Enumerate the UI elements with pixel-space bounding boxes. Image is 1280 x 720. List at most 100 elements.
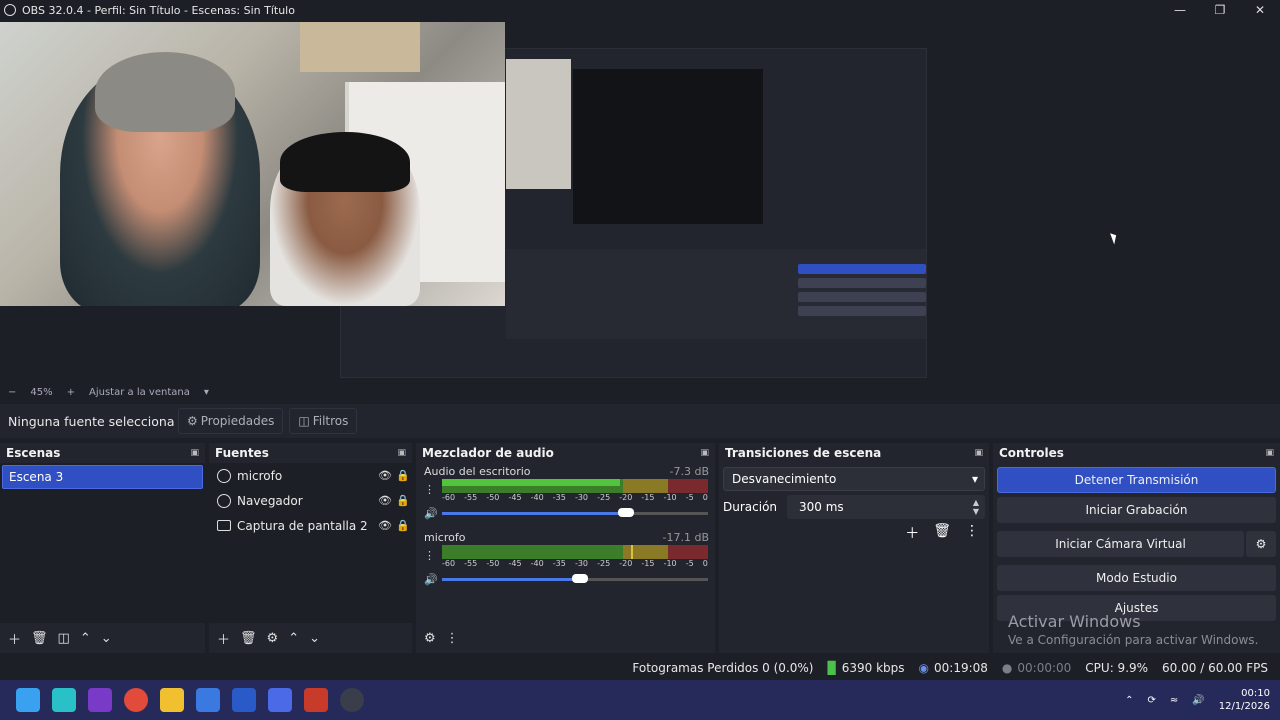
app-red-icon[interactable] (304, 688, 328, 712)
source-label: Navegador (237, 493, 303, 508)
filter-icon: ◫ (298, 414, 310, 428)
remove-transition-icon[interactable]: 🗑 (933, 523, 951, 543)
bitrate-value: 6390 kbps (841, 661, 905, 675)
file-explorer-icon[interactable] (160, 688, 184, 712)
volume-meter (442, 545, 708, 559)
start-menu-icon[interactable] (16, 688, 40, 712)
speaker-icon[interactable]: 🔊 (424, 573, 438, 586)
roblox-icon[interactable] (268, 688, 292, 712)
tray-chevron-icon[interactable]: ⌃ (1125, 695, 1133, 706)
spinner-icon[interactable]: ▲ ▼ (973, 498, 979, 516)
transition-select[interactable]: Desvanecimiento ▾ (723, 467, 985, 491)
close-button[interactable]: ✕ (1240, 0, 1280, 20)
add-scene-icon[interactable]: ＋ (8, 629, 21, 648)
filters-button[interactable]: ◫ Filtros (289, 408, 358, 434)
maximize-button[interactable]: ❐ (1200, 0, 1240, 20)
source-properties-icon[interactable]: ⚙ (267, 631, 279, 646)
duration-input[interactable]: 300 ms ▲ ▼ (787, 495, 985, 519)
stop-stream-button[interactable]: Detener Transmisión (997, 467, 1276, 493)
clock[interactable]: 00:10 12/1/2026 (1219, 687, 1270, 713)
source-item[interactable]: Navegador 👁 🔒 (209, 488, 412, 513)
activation-title: Activar Windows (1008, 612, 1141, 631)
track-menu-icon[interactable]: ⋮ (424, 483, 435, 496)
app-m-icon[interactable] (52, 688, 76, 712)
meter-ticks: -60 -55 -50 -45 -40 -35 -30 -25 -20 -15 -10 -5 0 (442, 559, 708, 568)
source-item[interactable]: Captura de pantalla 2 👁 🔒 (209, 513, 412, 538)
track-name: microfo (424, 531, 466, 544)
fit-window-label[interactable]: Ajustar a la ventana (89, 387, 190, 398)
start-recording-button[interactable]: Iniciar Grabación (997, 497, 1276, 523)
audio-mixer-dock: Mezclador de audio ▣ Audio del escritorio… (416, 443, 715, 653)
properties-button[interactable]: ⚙ Propiedades (178, 408, 284, 434)
transition-toolbar: ＋ 🗑 ⋮ (719, 523, 989, 543)
source-item[interactable]: microfo 👁 🔒 (209, 463, 412, 488)
minimize-button[interactable]: — (1160, 0, 1200, 20)
remove-source-icon[interactable]: 🗑 (240, 631, 257, 646)
chevron-down-icon: ▾ (971, 472, 978, 486)
source-label: microfo (237, 468, 283, 483)
scenes-list: Escena 3 (0, 463, 205, 623)
studio-mode-button[interactable]: Modo Estudio (997, 565, 1276, 591)
scenes-dock: Escenas ▣ Escena 3 ＋ 🗑 ◫ ⌃ ⌄ (0, 443, 205, 653)
cpu-usage: CPU: 9.9% (1085, 661, 1149, 675)
lock-icon[interactable]: 🔒 (394, 494, 412, 507)
speaker-icon[interactable]: 🔊 (424, 507, 438, 520)
mixer-settings-icon[interactable]: ⚙ (424, 631, 436, 646)
defender-icon[interactable] (232, 688, 256, 712)
lock-icon[interactable]: 🔒 (394, 519, 412, 532)
window-titlebar: OBS 32.0.4 - Perfil: Sin Título - Escena… (0, 0, 1280, 20)
zoom-out-button[interactable]: − (8, 387, 16, 398)
track-db: -17.1 dB (662, 531, 710, 544)
broadcast-icon: ◉ (918, 661, 929, 675)
gear-icon[interactable]: ⚙ (1246, 531, 1276, 557)
volume-slider[interactable] (442, 508, 708, 517)
webcam-source (0, 22, 505, 306)
volume-meter (442, 479, 708, 493)
track-menu-icon[interactable]: ⋮ (424, 549, 435, 562)
clock-date: 12/1/2026 (1218, 701, 1270, 712)
zoom-level: 45% (30, 386, 53, 398)
scenes-title: Escenas (6, 446, 61, 460)
nested-stream-button (798, 264, 926, 274)
start-virtual-camera-button[interactable]: Iniciar Cámara Virtual (997, 531, 1244, 557)
dock-float-icon[interactable]: ▣ (974, 448, 983, 458)
track-db: -7.3 dB (669, 465, 710, 478)
dock-float-icon[interactable]: ▣ (1265, 448, 1274, 458)
eye-icon[interactable]: 👁 (376, 469, 394, 482)
app-shield-icon[interactable] (88, 688, 112, 712)
dock-float-icon[interactable]: ▣ (700, 448, 709, 458)
move-down-icon[interactable]: ⌄ (309, 631, 320, 646)
zoom-in-button[interactable]: + (67, 387, 75, 398)
vcam-row: Iniciar Cámara Virtual ⚙ (993, 527, 1280, 561)
add-source-icon[interactable]: ＋ (217, 629, 230, 648)
nested-vcam-button (798, 292, 926, 302)
stream-time: 00:19:08 (934, 661, 988, 675)
dock-float-icon[interactable]: ▣ (190, 448, 199, 458)
store-icon[interactable] (196, 688, 220, 712)
wifi-icon[interactable]: ≈ (1170, 695, 1178, 706)
scene-filters-icon[interactable]: ◫ (58, 631, 70, 646)
scene-item[interactable]: Escena 3 (2, 465, 203, 489)
eye-icon[interactable]: 👁 (376, 519, 394, 532)
duration-row: Duración 300 ms ▲ ▼ (723, 495, 985, 519)
eye-icon[interactable]: 👁 (376, 494, 394, 507)
obs-taskbar-icon[interactable] (340, 688, 364, 712)
volume-icon[interactable]: 🔊 (1192, 695, 1204, 706)
track-name: Audio del escritorio (424, 465, 531, 478)
move-up-icon[interactable]: ⌃ (80, 631, 91, 646)
monitor-icon (217, 520, 231, 531)
sync-icon[interactable]: ⟳ (1147, 695, 1155, 706)
volume-slider[interactable] (442, 574, 708, 583)
chrome-icon[interactable] (124, 688, 148, 712)
lock-icon[interactable]: 🔒 (394, 469, 412, 482)
bg-box (300, 22, 420, 72)
chevron-down-icon[interactable]: ▾ (204, 387, 209, 398)
mixer-menu-icon[interactable]: ⋮ (446, 631, 459, 646)
transition-menu-icon[interactable]: ⋮ (965, 523, 979, 543)
dock-float-icon[interactable]: ▣ (397, 448, 406, 458)
move-down-icon[interactable]: ⌄ (101, 631, 112, 646)
move-up-icon[interactable]: ⌃ (288, 631, 299, 646)
remove-scene-icon[interactable]: 🗑 (31, 631, 48, 646)
add-transition-icon[interactable]: ＋ (905, 523, 919, 543)
nested-studio-button (798, 306, 926, 316)
